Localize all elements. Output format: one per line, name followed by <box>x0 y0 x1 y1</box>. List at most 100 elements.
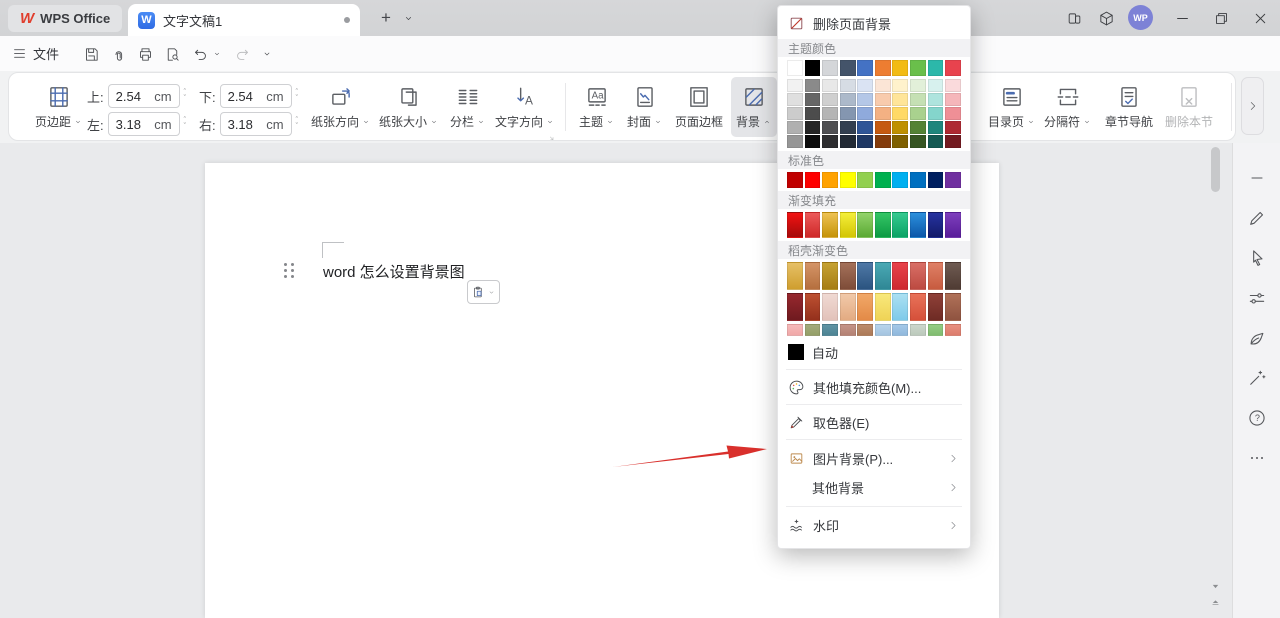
theme-color-swatch[interactable] <box>805 60 821 76</box>
theme-shade-swatch[interactable] <box>805 93 821 106</box>
theme-shade-swatch[interactable] <box>910 79 926 92</box>
auto-color-item[interactable]: 自动 <box>778 339 970 365</box>
theme-shade-swatch[interactable] <box>857 93 873 106</box>
theme-shade-swatch[interactable] <box>840 107 856 120</box>
ribbon-button-文字方向[interactable]: A文字方向 <box>493 77 557 137</box>
theme-shade-swatch[interactable] <box>822 93 838 106</box>
document-tab[interactable]: W 文字文稿1 <box>128 4 360 36</box>
color-picker-item[interactable]: 取色器(E) <box>778 409 970 435</box>
ink-tool-icon[interactable] <box>1247 328 1267 348</box>
export-pdf-icon[interactable] <box>108 43 130 65</box>
theme-shade-swatch[interactable] <box>787 107 803 120</box>
docer-gradient-swatch[interactable] <box>805 324 821 336</box>
ribbon-button-分栏[interactable]: 分栏 <box>445 77 491 137</box>
theme-shade-swatch[interactable] <box>822 135 838 148</box>
docer-gradient-swatch[interactable] <box>875 293 891 321</box>
ribbon-button-页面边框[interactable]: 页面边框 <box>669 77 729 137</box>
theme-shade-swatch[interactable] <box>840 135 856 148</box>
theme-shade-swatch[interactable] <box>910 135 926 148</box>
help-icon[interactable]: ? <box>1247 408 1267 428</box>
ribbon-button-章节导航[interactable]: 章节导航 <box>1099 77 1159 137</box>
standard-color-swatch[interactable] <box>892 172 908 188</box>
docer-gradient-swatch[interactable] <box>840 293 856 321</box>
gradient-fill-swatch[interactable] <box>928 212 944 238</box>
caret-down-icon[interactable] <box>206 43 228 65</box>
margin-right-field[interactable]: 3.18 cm <box>220 112 292 136</box>
theme-shade-swatch[interactable] <box>945 121 961 134</box>
gradient-fill-swatch[interactable] <box>945 212 961 238</box>
standard-color-swatch[interactable] <box>928 172 944 188</box>
margin-left-field[interactable]: 3.18 cm <box>108 112 180 136</box>
docer-gradient-swatch[interactable] <box>892 293 908 321</box>
theme-shade-swatch[interactable] <box>787 135 803 148</box>
docer-gradient-swatch[interactable] <box>875 324 891 336</box>
theme-shade-swatch[interactable] <box>805 107 821 120</box>
theme-color-swatch[interactable] <box>910 60 926 76</box>
docer-gradient-swatch[interactable] <box>928 262 944 290</box>
theme-shade-swatch[interactable] <box>892 93 908 106</box>
select-cursor-icon[interactable] <box>1247 248 1267 268</box>
margin-left-stepper[interactable]: ˆˇ <box>184 118 186 130</box>
theme-shade-swatch[interactable] <box>928 121 944 134</box>
redo-icon[interactable] <box>231 43 253 65</box>
theme-shade-swatch[interactable] <box>805 135 821 148</box>
theme-shade-swatch[interactable] <box>840 121 856 134</box>
theme-shade-swatch[interactable] <box>910 107 926 120</box>
print-preview-icon[interactable] <box>161 43 183 65</box>
ribbon-button-纸张方向[interactable]: 纸张方向 <box>309 77 373 137</box>
adjust-sliders-icon[interactable] <box>1247 288 1267 308</box>
theme-shade-swatch[interactable] <box>840 93 856 106</box>
collapse-dash-icon[interactable] <box>1247 168 1267 188</box>
docer-gradient-swatch[interactable] <box>840 324 856 336</box>
standard-color-swatch[interactable] <box>910 172 926 188</box>
ribbon-expand-button[interactable] <box>1241 77 1264 135</box>
docer-gradient-swatch[interactable] <box>857 293 873 321</box>
docer-gradient-swatch[interactable] <box>822 324 838 336</box>
vertical-scrollbar-thumb[interactable] <box>1211 147 1220 192</box>
theme-shade-swatch[interactable] <box>787 93 803 106</box>
theme-shade-swatch[interactable] <box>875 135 891 148</box>
gradient-fill-swatch[interactable] <box>892 212 908 238</box>
theme-shade-swatch[interactable] <box>910 93 926 106</box>
theme-color-swatch[interactable] <box>928 60 944 76</box>
margin-top-stepper[interactable]: ˆˇ <box>184 90 186 102</box>
theme-shade-swatch[interactable] <box>928 93 944 106</box>
standard-color-swatch[interactable] <box>805 172 821 188</box>
delete-page-background-item[interactable]: 删除页面背景 <box>778 10 970 36</box>
theme-shade-swatch[interactable] <box>787 79 803 92</box>
theme-shade-swatch[interactable] <box>857 135 873 148</box>
docer-gradient-swatch[interactable] <box>840 262 856 290</box>
theme-shade-swatch[interactable] <box>840 79 856 92</box>
docer-gradient-swatch[interactable] <box>787 262 803 290</box>
ribbon-button-封面[interactable]: 封面 <box>621 77 669 137</box>
margin-bottom-stepper[interactable]: ˆˇ <box>296 90 298 102</box>
docer-gradient-swatch[interactable] <box>910 293 926 321</box>
theme-shade-swatch[interactable] <box>892 121 908 134</box>
theme-shade-swatch[interactable] <box>945 79 961 92</box>
document-text[interactable]: word 怎么设置背景图 <box>323 261 465 282</box>
gradient-fill-swatch[interactable] <box>910 212 926 238</box>
ribbon-button-页边距[interactable]: 页边距 <box>31 77 87 137</box>
theme-shade-swatch[interactable] <box>875 121 891 134</box>
docer-gradient-swatch[interactable] <box>928 324 944 336</box>
gradient-fill-swatch[interactable] <box>822 212 838 238</box>
docer-gradient-swatch[interactable] <box>945 262 961 290</box>
theme-shade-swatch[interactable] <box>805 79 821 92</box>
theme-shade-swatch[interactable] <box>805 121 821 134</box>
standard-color-swatch[interactable] <box>822 172 838 188</box>
docer-gradient-swatch[interactable] <box>805 293 821 321</box>
theme-color-swatch[interactable] <box>857 60 873 76</box>
theme-shade-swatch[interactable] <box>822 79 838 92</box>
docer-gradient-swatch[interactable] <box>787 324 803 336</box>
close-button[interactable] <box>1248 6 1272 30</box>
theme-color-swatch[interactable] <box>840 60 856 76</box>
other-background-item[interactable]: 其他背景 <box>778 473 970 502</box>
theme-shade-swatch[interactable] <box>928 79 944 92</box>
docer-gradient-swatch[interactable] <box>857 262 873 290</box>
file-menu-button[interactable]: 文件 <box>12 41 59 66</box>
docer-gradient-swatch[interactable] <box>892 324 908 336</box>
docer-gradient-swatch[interactable] <box>945 324 961 336</box>
theme-shade-swatch[interactable] <box>892 135 908 148</box>
theme-shade-swatch[interactable] <box>875 107 891 120</box>
theme-shade-swatch[interactable] <box>857 79 873 92</box>
